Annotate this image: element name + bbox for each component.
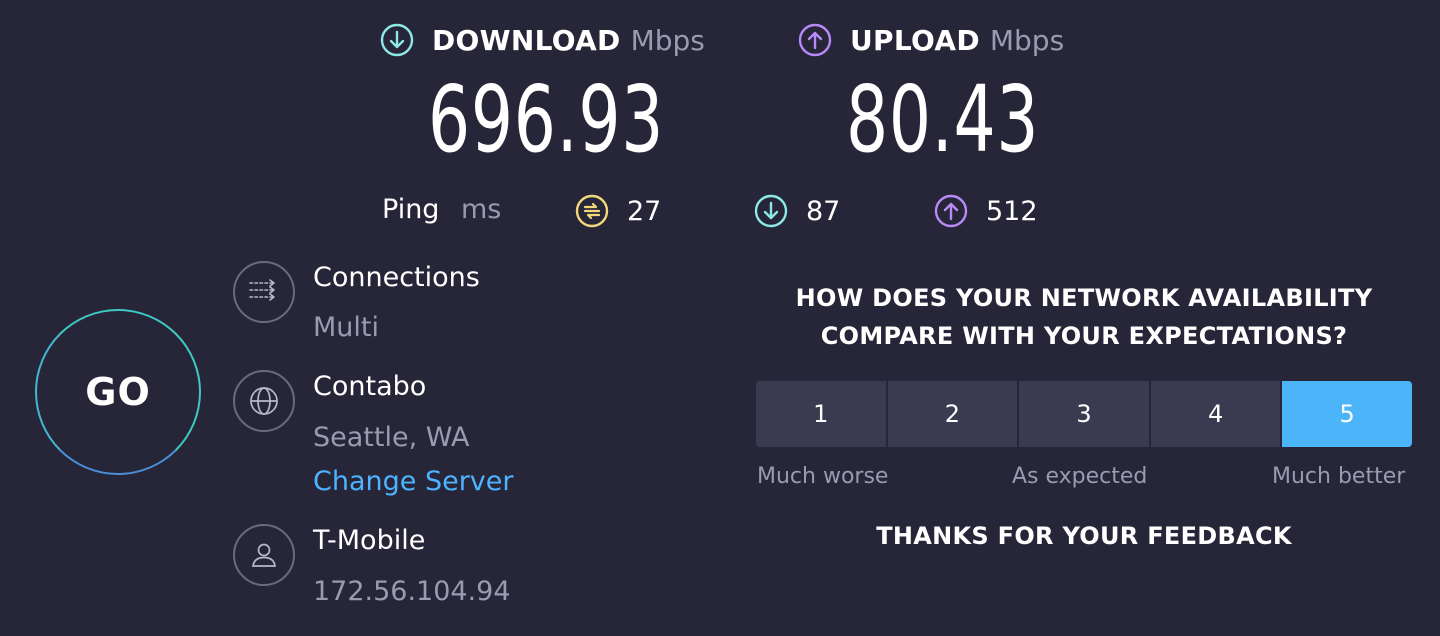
user-glyph-icon [252, 543, 276, 567]
upload-arrow-icon [798, 23, 832, 57]
user-icon [233, 524, 295, 586]
rating-option-2[interactable]: 2 [887, 381, 1018, 447]
download-unit: Mbps [630, 23, 705, 57]
ping-download-value: 87 [806, 195, 841, 227]
go-button[interactable]: GO [35, 309, 201, 475]
download-header: DOWNLOAD Mbps [380, 20, 705, 60]
connections-arrows-icon [249, 279, 275, 301]
ping-upload-icon [934, 194, 968, 228]
rating-option-4[interactable]: 4 [1150, 381, 1281, 447]
rating-option-3[interactable]: 3 [1019, 381, 1149, 447]
scale-label-mid: As expected [1012, 464, 1148, 489]
download-speed-value: 696.93 [428, 66, 665, 173]
server-location: Seattle, WA [313, 422, 470, 453]
isp-name: T-Mobile [313, 525, 426, 556]
rating-option-5[interactable]: 5 [1282, 381, 1412, 447]
feedback-question-line2: COMPARE WITH YOUR EXPECTATIONS? [820, 322, 1348, 350]
ping-download-icon [754, 194, 788, 228]
upload-header: UPLOAD Mbps [798, 20, 1064, 60]
ping-label: Ping [382, 194, 440, 225]
ping-download: 87 [754, 194, 840, 228]
connections-title: Connections [313, 262, 480, 293]
ping-upload: 512 [934, 194, 1038, 228]
rating-scale: 1 2 3 4 5 [756, 381, 1412, 447]
go-button-label: GO [85, 370, 151, 414]
upload-speed-value: 80.43 [846, 66, 1040, 173]
ip-address: 172.56.104.94 [313, 576, 511, 607]
connections-value[interactable]: Multi [313, 312, 379, 343]
globe-icon [233, 370, 295, 432]
scale-label-high: Much better [1272, 464, 1406, 489]
upload-label: UPLOAD [850, 23, 980, 57]
change-server-link[interactable]: Change Server [313, 466, 514, 497]
ping-upload-value: 512 [986, 195, 1038, 227]
globe-glyph-icon [250, 387, 278, 415]
ping-idle-value: 27 [627, 195, 662, 227]
upload-unit: Mbps [989, 23, 1065, 57]
ping-idle-icon [575, 194, 609, 228]
feedback-question: HOW DOES YOUR NETWORK AVAILABILITY COMPA… [756, 279, 1412, 355]
connections-icon[interactable] [233, 261, 295, 323]
rating-option-1[interactable]: 1 [756, 381, 886, 447]
server-name: Contabo [313, 371, 427, 402]
ping-unit: ms [461, 194, 502, 225]
feedback-thanks: THANKS FOR YOUR FEEDBACK [876, 522, 1292, 550]
scale-label-low: Much worse [757, 464, 889, 489]
feedback-question-line1: HOW DOES YOUR NETWORK AVAILABILITY [795, 284, 1373, 312]
ping-idle: 27 [575, 194, 661, 228]
download-arrow-icon [380, 23, 414, 57]
download-label: DOWNLOAD [432, 23, 621, 57]
